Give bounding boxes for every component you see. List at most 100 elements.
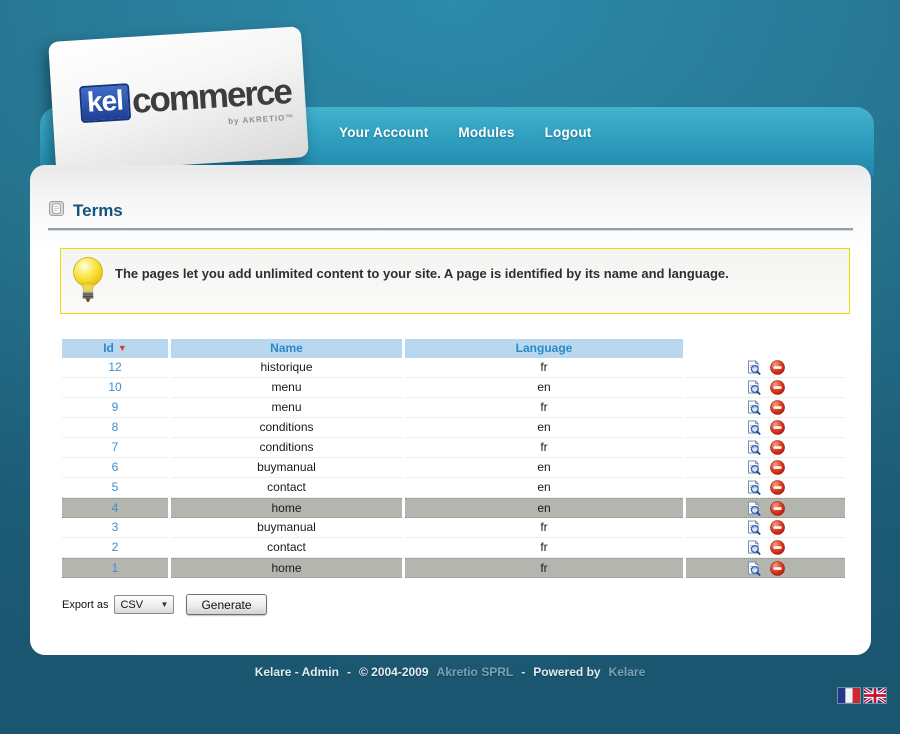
cell-name: buymanual [171, 518, 402, 538]
delete-icon [770, 501, 785, 516]
delete-icon [770, 420, 785, 435]
cell-language: fr [405, 558, 683, 578]
cell-language: fr [405, 518, 683, 538]
logo-kel: kel [79, 83, 131, 123]
generate-button[interactable]: Generate [186, 594, 266, 615]
sort-desc-icon: ▼ [118, 343, 127, 353]
cell-language: en [405, 498, 683, 518]
cell-actions [686, 518, 845, 538]
delete-icon [770, 520, 785, 535]
delete-button[interactable] [769, 360, 785, 376]
cell-id[interactable]: 10 [62, 378, 168, 398]
cell-id[interactable]: 2 [62, 538, 168, 558]
delete-button[interactable] [769, 400, 785, 416]
cell-name: conditions [171, 438, 402, 458]
view-button[interactable] [746, 520, 762, 536]
footer: Kelare - Admin - © 2004-2009 Akretio SPR… [0, 665, 900, 679]
delete-button[interactable] [769, 540, 785, 556]
table-row: 9 menu fr [62, 398, 845, 418]
delete-button[interactable] [769, 420, 785, 436]
view-button[interactable] [746, 440, 762, 456]
table-row: 5 contact en [62, 478, 845, 498]
nav-item[interactable]: Logout [545, 125, 592, 140]
export-format-select[interactable]: CSV ▼ [114, 595, 174, 614]
view-icon [747, 360, 761, 375]
view-icon [747, 420, 761, 435]
cell-id[interactable]: 5 [62, 478, 168, 498]
cell-id[interactable]: 6 [62, 458, 168, 478]
cell-id[interactable]: 8 [62, 418, 168, 438]
cell-name: home [171, 558, 402, 578]
french-flag-icon[interactable] [838, 688, 860, 703]
cell-actions [686, 478, 845, 498]
delete-icon [770, 480, 785, 495]
cell-id[interactable]: 4 [62, 498, 168, 518]
footer-segment: Powered by [533, 665, 600, 679]
terms-table: Id▼ Name Language 12 historique fr [62, 339, 845, 578]
cell-id[interactable]: 9 [62, 398, 168, 418]
view-icon [747, 520, 761, 535]
cell-actions [686, 358, 845, 378]
footer-segment: © 2004-2009 [359, 665, 429, 679]
delete-button[interactable] [769, 440, 785, 456]
export-controls: Export as CSV ▼ Generate [62, 594, 871, 615]
table-body: 12 historique fr [62, 358, 845, 578]
delete-icon [770, 360, 785, 375]
footer-segment: Kelare - Admin [255, 665, 339, 679]
uk-flag-icon[interactable] [864, 688, 886, 703]
view-button[interactable] [746, 480, 762, 496]
page-icon [49, 201, 64, 221]
cell-name: menu [171, 398, 402, 418]
delete-icon [770, 561, 785, 576]
delete-icon [770, 460, 785, 475]
cell-actions [686, 538, 845, 558]
view-button[interactable] [746, 460, 762, 476]
main-nav: Your Account Modules Logout [339, 125, 592, 140]
logo-byline: by AKRETIO™ [228, 113, 295, 126]
cell-language: fr [405, 538, 683, 558]
column-header-name[interactable]: Name [171, 339, 402, 358]
cell-id[interactable]: 12 [62, 358, 168, 378]
delete-button[interactable] [769, 520, 785, 536]
table-header-row: Id▼ Name Language [62, 339, 845, 358]
view-button[interactable] [746, 380, 762, 396]
nav-item[interactable]: Your Account [339, 125, 428, 140]
view-icon [747, 540, 761, 555]
table-row: 6 buymanual en [62, 458, 845, 478]
cell-actions [686, 378, 845, 398]
footer-segment: - [347, 665, 351, 679]
view-button[interactable] [746, 420, 762, 436]
content-card: Terms [30, 165, 871, 655]
nav-item[interactable]: Modules [458, 125, 514, 140]
footer-segment: Kelare [609, 665, 646, 679]
column-header-language[interactable]: Language [405, 339, 683, 358]
view-icon [747, 480, 761, 495]
lightbulb-icon [69, 255, 107, 310]
view-button[interactable] [746, 400, 762, 416]
cell-name: conditions [171, 418, 402, 438]
view-button[interactable] [746, 560, 762, 576]
view-icon [747, 380, 761, 395]
cell-id[interactable]: 7 [62, 438, 168, 458]
column-header-id[interactable]: Id▼ [62, 339, 168, 358]
table-row: 8 conditions en [62, 418, 845, 438]
delete-button[interactable] [769, 560, 785, 576]
cell-actions [686, 398, 845, 418]
view-button[interactable] [746, 360, 762, 376]
cell-actions [686, 458, 845, 478]
cell-id[interactable]: 1 [62, 558, 168, 578]
delete-button[interactable] [769, 380, 785, 396]
cell-language: en [405, 458, 683, 478]
cell-actions [686, 498, 845, 518]
view-button[interactable] [746, 540, 762, 556]
view-button[interactable] [746, 500, 762, 516]
delete-button[interactable] [769, 480, 785, 496]
view-icon [747, 440, 761, 455]
delete-button[interactable] [769, 460, 785, 476]
delete-button[interactable] [769, 500, 785, 516]
cell-actions [686, 438, 845, 458]
footer-segment: Akretio SPRL [437, 665, 514, 679]
cell-actions [686, 558, 845, 578]
cell-id[interactable]: 3 [62, 518, 168, 538]
footer-segment: - [521, 665, 525, 679]
